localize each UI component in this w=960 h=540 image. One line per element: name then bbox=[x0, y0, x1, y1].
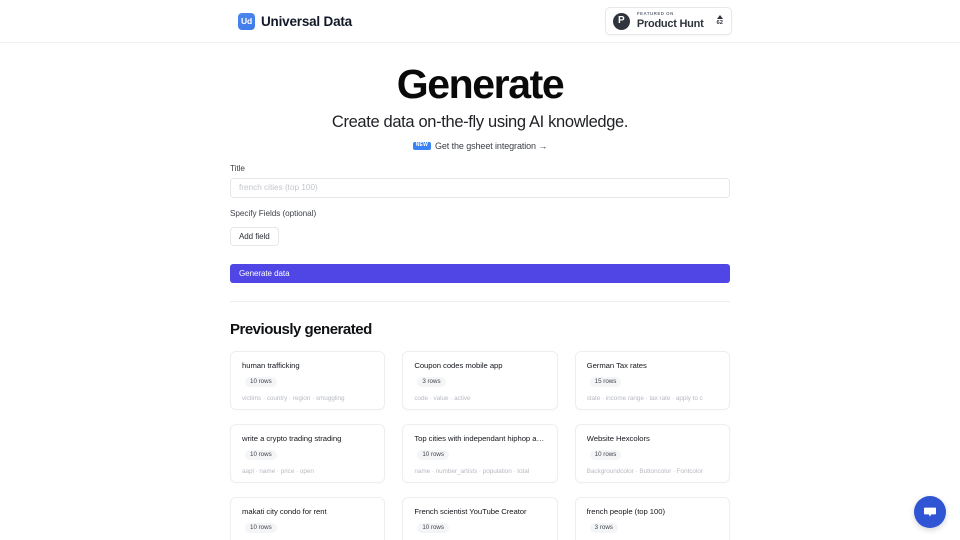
card-field-list: victims · country · region · smuggling bbox=[242, 394, 345, 402]
page-title: Generate bbox=[396, 61, 565, 107]
card-row-count-badge: 3 rows bbox=[589, 522, 618, 534]
product-hunt-text: FEATURED ON Product Hunt bbox=[636, 11, 704, 30]
card-row-count-badge: 10 rows bbox=[245, 376, 277, 388]
hero-section: Generate Create data on-the-fly using AI… bbox=[0, 43, 960, 151]
card-row-count-badge: 10 rows bbox=[417, 522, 449, 534]
card-title: makati city condo for rent bbox=[242, 506, 327, 516]
card-row-count-badge: 3 rows bbox=[417, 376, 446, 388]
card-field-list: aapl · name · price · open bbox=[242, 467, 314, 475]
product-hunt-badge[interactable]: P FEATURED ON Product Hunt 62 bbox=[604, 7, 732, 35]
card-title: french people (top 100) bbox=[586, 506, 665, 516]
card-title: German Tax rates bbox=[586, 360, 647, 370]
card-row-count-badge: 10 rows bbox=[589, 449, 622, 461]
card-row-count-badge: 15 rows bbox=[589, 376, 622, 388]
generate-data-button[interactable]: Generate data bbox=[230, 263, 730, 283]
upvote-caret-icon bbox=[716, 15, 723, 20]
title-field-label: Title bbox=[230, 164, 245, 174]
generated-dataset-card[interactable]: french people (top 100)3 rowstoto · titi bbox=[574, 496, 730, 540]
card-row-count-badge: 10 rows bbox=[417, 449, 449, 461]
generated-dataset-card[interactable]: French scientist YouTube Creator10 rowsY… bbox=[402, 496, 558, 540]
card-field-list: Backgroundcolor · Buttoncolor · Fontcolo… bbox=[586, 467, 703, 475]
new-badge-icon: NEW bbox=[412, 141, 431, 150]
generated-dataset-card[interactable]: write a crypto trading strading 10 rows aa… bbox=[230, 423, 386, 483]
brand-name-label: Universal Data bbox=[261, 13, 352, 29]
card-title: Top cities with independant hiphop arti.… bbox=[414, 433, 546, 443]
chat-widget-button[interactable] bbox=[914, 496, 946, 528]
product-hunt-icon: P bbox=[612, 12, 630, 30]
add-field-button[interactable]: Add field bbox=[230, 226, 279, 246]
gsheet-integration-link[interactable]: NEW Get the gsheet integration → bbox=[412, 140, 548, 151]
previously-generated-heading: Previously generated bbox=[230, 320, 372, 338]
product-hunt-votes[interactable]: 62 bbox=[717, 15, 723, 27]
generated-dataset-card[interactable]: Top cities with independant hiphop arti.… bbox=[402, 423, 558, 483]
generated-dataset-card[interactable]: Website Hexcolors 10 rows Backgroundcolor … bbox=[574, 423, 730, 483]
card-field-list: code · value · active bbox=[414, 394, 471, 402]
generated-dataset-card[interactable]: German Tax rates 15 rows state · income ra… bbox=[574, 350, 730, 410]
product-hunt-name: Product Hunt bbox=[636, 17, 704, 30]
generated-dataset-card[interactable]: makati city condo for rent10 rowsname bbox=[230, 496, 386, 540]
generate-form: Title Specify Fields (optional) Add fiel… bbox=[230, 164, 730, 283]
card-title: French scientist YouTube Creator bbox=[414, 506, 527, 516]
chat-bubble-icon bbox=[924, 507, 936, 517]
upvote-count: 62 bbox=[716, 20, 723, 27]
card-title: write a crypto trading strading bbox=[242, 433, 342, 443]
universal-data-icon: Ud bbox=[238, 12, 255, 30]
title-input[interactable] bbox=[230, 177, 730, 198]
section-divider bbox=[230, 300, 730, 302]
card-title: Website Hexcolors bbox=[586, 433, 650, 443]
card-row-count-badge: 10 rows bbox=[245, 449, 277, 461]
product-hunt-kicker: FEATURED ON bbox=[636, 11, 674, 17]
specify-fields-group: Specify Fields (optional) Add field bbox=[230, 209, 730, 246]
previously-generated-grid: human trafficking 10 rows victims · countr… bbox=[230, 350, 730, 540]
card-field-list: state · income range · tax rate · apply … bbox=[586, 394, 703, 402]
card-field-list: name · number_artists · population · tot… bbox=[414, 467, 530, 475]
page-subtitle: Create data on-the-fly using AI knowledg… bbox=[331, 112, 629, 131]
site-header: Ud Universal Data P FEATURED ON Product … bbox=[0, 0, 960, 43]
specify-fields-label: Specify Fields (optional) bbox=[230, 208, 317, 218]
card-row-count-badge: 10 rows bbox=[245, 522, 277, 534]
generated-dataset-card[interactable]: Coupon codes mobile app 3 rows code · valu… bbox=[402, 350, 558, 410]
card-title: human trafficking bbox=[242, 360, 300, 370]
gsheet-integration-label: Get the gsheet integration → bbox=[434, 140, 548, 151]
brand-logo[interactable]: Ud Universal Data bbox=[238, 12, 352, 30]
generated-dataset-card[interactable]: human trafficking 10 rows victims · countr… bbox=[230, 350, 386, 410]
card-title: Coupon codes mobile app bbox=[414, 360, 503, 370]
